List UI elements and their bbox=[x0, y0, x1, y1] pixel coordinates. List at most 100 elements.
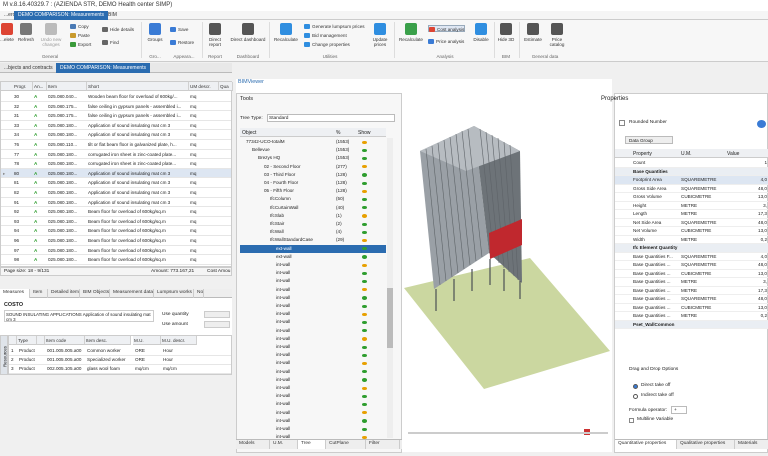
visibility-eye-icon[interactable] bbox=[362, 206, 367, 210]
tab-demo-comparison[interactable]: DEMO COMPARISON: Measurements bbox=[14, 11, 109, 20]
tree-node[interactable]: ext-wall bbox=[240, 244, 386, 253]
visibility-eye-icon[interactable] bbox=[362, 173, 367, 177]
visibility-eye-icon[interactable] bbox=[362, 189, 367, 194]
visibility-eye-icon[interactable] bbox=[362, 247, 367, 251]
help-icon[interactable] bbox=[757, 120, 766, 128]
table-row[interactable]: 78 A 025.080.180... corrugated iron sheet i… bbox=[1, 159, 231, 169]
tab-bim[interactable]: BIM bbox=[104, 11, 121, 20]
tree-node[interactable]: int-wall bbox=[240, 409, 386, 417]
tree-node[interactable]: int-wall bbox=[240, 261, 386, 269]
tree-node[interactable]: int-wall bbox=[240, 294, 386, 302]
visibility-eye-icon[interactable] bbox=[362, 378, 367, 382]
visibility-eye-icon[interactable] bbox=[362, 238, 367, 243]
tree-node[interactable]: IfcCurtainWall (40) bbox=[240, 204, 386, 212]
visibility-eye-icon[interactable] bbox=[362, 271, 367, 276]
tools-tab[interactable]: Models bbox=[236, 440, 270, 449]
property-row[interactable]: Net Side Area SQUAREMETRE 48,0 bbox=[615, 219, 768, 227]
properties-tab[interactable]: Qualitative properties bbox=[677, 440, 735, 449]
tree-node[interactable]: ext-wall bbox=[240, 253, 386, 261]
tree-node[interactable]: int-wall bbox=[240, 359, 386, 367]
table-row[interactable]: 97 A 025.080.180... Beam floor for overload… bbox=[1, 246, 231, 256]
direct-report-button[interactable]: Direct report bbox=[204, 23, 226, 47]
property-row[interactable]: Base Quantities ... SQUAREMETRE 48,0 bbox=[615, 261, 768, 270]
resources-col-header[interactable] bbox=[37, 336, 45, 345]
col-qua[interactable]: Qua bbox=[219, 82, 233, 91]
table-row[interactable]: 81 A 025.080.180... Application of sound in… bbox=[1, 178, 231, 188]
visibility-eye-icon[interactable] bbox=[362, 255, 367, 259]
tree-node[interactable]: int-wall bbox=[240, 351, 386, 359]
delete-button[interactable]: ...elete bbox=[0, 23, 14, 42]
visibility-eye-icon[interactable] bbox=[362, 411, 367, 415]
visibility-eye-icon[interactable] bbox=[362, 419, 367, 423]
resources-col-header[interactable] bbox=[9, 336, 17, 345]
visibility-eye-icon[interactable] bbox=[362, 361, 367, 366]
col-short[interactable]: Short bbox=[87, 82, 189, 91]
property-row[interactable]: Base Quantities ... METRE 17,3 bbox=[615, 287, 768, 295]
find-button[interactable]: Find bbox=[102, 39, 119, 46]
visibility-eye-icon[interactable] bbox=[362, 386, 367, 390]
property-row[interactable]: Net Volume CUBICMETRE 13,0 bbox=[615, 227, 768, 236]
properties-tab[interactable]: Materials bbox=[735, 440, 768, 449]
bid-management-button[interactable]: Bid management bbox=[304, 32, 347, 39]
direct-dashboard-button[interactable]: Direct dashboard bbox=[230, 23, 266, 42]
visibility-eye-icon[interactable] bbox=[362, 329, 367, 333]
export-button[interactable]: Export bbox=[70, 41, 91, 48]
col-um-descr[interactable]: UM descr. bbox=[189, 82, 219, 91]
table-row[interactable]: 94 A 025.080.180... Beam floor for overload… bbox=[1, 226, 231, 236]
property-group[interactable]: Pset_WallCommon bbox=[615, 320, 768, 329]
property-row[interactable]: Footprint Area SQUAREMETRE 4,0 bbox=[615, 176, 768, 185]
property-row[interactable]: Base Quantities ... SQUAREMETRE 48,0 bbox=[615, 295, 768, 304]
price-catalog-button[interactable]: Price catalog bbox=[546, 23, 568, 47]
visibility-eye-icon[interactable] bbox=[362, 222, 367, 226]
indirect-takeoff-radio[interactable] bbox=[633, 394, 638, 399]
table-row[interactable]: 96 A 025.080.180... Beam floor for overload… bbox=[1, 236, 231, 246]
visibility-eye-icon[interactable] bbox=[362, 214, 367, 218]
tree-node[interactable]: int-wall bbox=[240, 384, 386, 392]
detail-tab[interactable]: Lumpsum works bbox=[154, 289, 194, 298]
hide-3d-button[interactable]: Hide 3D bbox=[496, 23, 516, 42]
tools-tab[interactable]: U.M. bbox=[270, 440, 298, 449]
tree-node[interactable]: int-wall bbox=[240, 310, 386, 318]
undo-button[interactable]: Undo new changes bbox=[38, 23, 64, 47]
refresh-button[interactable]: Refresh bbox=[16, 23, 36, 42]
resources-col-header[interactable]: Item code bbox=[45, 336, 85, 345]
visibility-eye-icon[interactable] bbox=[362, 197, 367, 202]
property-row[interactable]: Base Quantities ... CUBICMETRE 13,0 bbox=[615, 304, 768, 312]
resources-col-header[interactable]: Item desc. bbox=[85, 336, 131, 345]
tree-node[interactable]: IfcWall (4) bbox=[240, 228, 386, 236]
data-group-button[interactable]: Data Group bbox=[625, 136, 673, 144]
tools-tab[interactable]: Filter bbox=[366, 440, 400, 449]
col-item[interactable]: Item bbox=[47, 82, 87, 91]
doc-tab-measurements[interactable]: DEMO COMPARISON: Measurements bbox=[56, 63, 151, 73]
tree-node[interactable]: int-wall bbox=[240, 327, 386, 335]
visibility-eye-icon[interactable] bbox=[362, 140, 367, 144]
resource-row[interactable]: 3 Product 002.005.105.a00 glass wool foam mq… bbox=[9, 364, 231, 374]
tree-node[interactable]: int-wall bbox=[240, 343, 386, 351]
tree-node[interactable]: 04 - Fourth Floor (128) bbox=[240, 179, 386, 187]
hide-details-button[interactable]: Hide details bbox=[102, 26, 134, 33]
table-row[interactable]: 33 A 025.080.180... Application of sound in… bbox=[1, 121, 231, 131]
tree-node[interactable]: int-wall bbox=[240, 400, 386, 408]
viewer-scrollbar[interactable] bbox=[408, 432, 608, 434]
tree-node[interactable]: IfcColumn (50) bbox=[240, 195, 386, 203]
tools-tab[interactable]: Tree bbox=[298, 440, 326, 449]
tree-node[interactable]: Brezys HQ (1553) bbox=[240, 154, 386, 162]
tree-node[interactable]: 77342-UCO-totalM (1553) bbox=[240, 138, 386, 146]
tree-node[interactable]: int-wall bbox=[240, 425, 386, 433]
restore-layout-button[interactable]: Restore bbox=[170, 39, 194, 46]
property-row[interactable]: Gross Volume CUBICMETRE 13,0 bbox=[615, 193, 768, 202]
table-row[interactable]: 32 A 025.080.175... false ceiling in gypsum… bbox=[1, 102, 231, 112]
tree-node[interactable]: IfcWallStandardCase (29) bbox=[240, 236, 386, 244]
property-row[interactable]: Count 1 bbox=[615, 159, 768, 168]
paste-button[interactable]: Paste bbox=[70, 32, 90, 39]
tree-node[interactable]: int-wall bbox=[240, 392, 386, 400]
groups-button[interactable]: Groups bbox=[144, 23, 166, 42]
detail-tab[interactable]: Measurement data bbox=[110, 289, 154, 298]
resources-col-header[interactable]: M.U. bbox=[133, 336, 161, 345]
property-row[interactable]: Base Quantities ... METRE 0,2 bbox=[615, 312, 768, 321]
estimate-button[interactable]: Estimate bbox=[522, 23, 544, 42]
visibility-eye-icon[interactable] bbox=[362, 288, 367, 292]
tree-node[interactable]: 05 - Fifth Floor (128) bbox=[240, 187, 386, 195]
tree-node[interactable]: IfcSlab (1) bbox=[240, 212, 386, 220]
table-row[interactable]: 77 A 025.080.180... corrugated iron sheet i… bbox=[1, 150, 231, 160]
